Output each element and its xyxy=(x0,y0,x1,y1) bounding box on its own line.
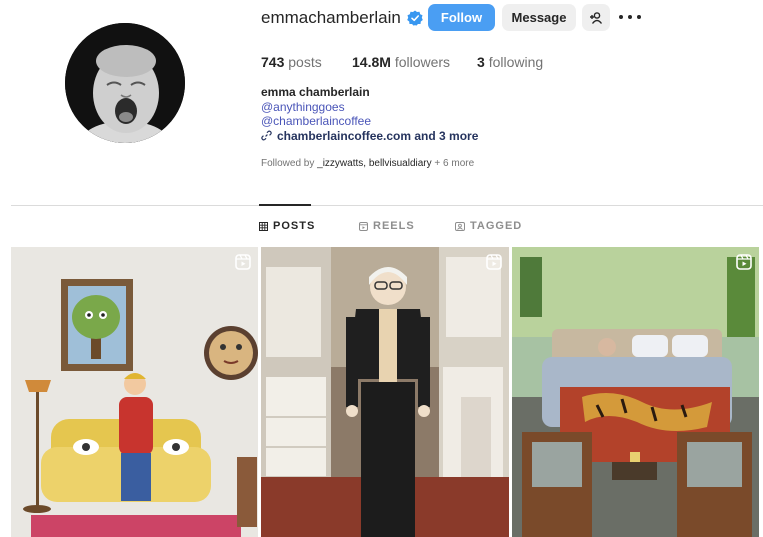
followed-by-prefix: Followed by xyxy=(261,158,315,169)
reels-icon xyxy=(359,221,368,231)
reel-indicator-icon xyxy=(235,254,251,270)
more-options-button[interactable] xyxy=(619,10,641,24)
followed-by-more: + 6 more xyxy=(434,158,475,169)
tabs-divider xyxy=(11,205,763,206)
posts-label: posts xyxy=(288,54,322,70)
tab-reels-label: REELS xyxy=(373,220,415,232)
post-thumbnail[interactable] xyxy=(261,247,509,537)
post-bedroom-image xyxy=(512,247,759,537)
following-count: 3 xyxy=(477,54,485,70)
following-stat[interactable]: 3 following xyxy=(477,54,543,70)
post-illustration-image xyxy=(11,247,258,537)
post-closet-image xyxy=(261,247,509,537)
profile-username: emmachamberlain xyxy=(261,8,423,28)
dot-icon xyxy=(637,15,641,19)
followers-label: followers xyxy=(394,54,451,70)
message-button[interactable]: Message xyxy=(502,4,576,31)
avatar-photo xyxy=(65,23,185,143)
dot-icon xyxy=(619,15,623,19)
posts-count: 743 xyxy=(261,54,285,70)
external-link[interactable]: chamberlaincoffee.com and 3 more xyxy=(261,129,478,144)
followers-stat[interactable]: 14.8M followers xyxy=(352,54,450,70)
dot-icon xyxy=(628,15,632,19)
tab-reels[interactable]: REELS xyxy=(359,220,415,232)
followed-by-names: _izzywatts, bellvisualdiary xyxy=(317,158,432,169)
followed-by[interactable]: Followed by _izzywatts, bellvisualdiary … xyxy=(261,158,474,169)
posts-stat: 743 posts xyxy=(261,54,322,70)
profile-avatar[interactable] xyxy=(65,23,185,143)
suggest-users-button[interactable] xyxy=(582,4,610,31)
tagged-icon xyxy=(455,221,465,231)
tab-posts-label: POSTS xyxy=(273,220,316,232)
verified-badge-icon xyxy=(407,10,423,26)
reel-indicator-icon xyxy=(486,254,502,270)
external-link-text: chamberlaincoffee.com and 3 more xyxy=(277,128,479,143)
bio-name: emma chamberlain xyxy=(261,85,370,99)
active-tab-indicator xyxy=(259,204,311,206)
followers-count: 14.8M xyxy=(352,54,391,70)
reel-indicator-icon xyxy=(736,254,752,270)
add-person-icon xyxy=(590,11,603,24)
tab-tagged[interactable]: TAGGED xyxy=(455,220,522,232)
post-thumbnail[interactable] xyxy=(512,247,759,537)
profile-bio: emma chamberlain @anythinggoes @chamberl… xyxy=(261,85,478,143)
username-text: emmachamberlain xyxy=(261,8,401,27)
bio-mention-chamberlaincoffee[interactable]: @chamberlaincoffee xyxy=(261,114,478,129)
link-icon xyxy=(261,130,272,141)
tab-posts[interactable]: POSTS xyxy=(259,220,315,232)
following-label: following xyxy=(488,54,544,70)
tab-tagged-label: TAGGED xyxy=(470,220,523,232)
follow-button[interactable]: Follow xyxy=(428,4,495,31)
grid-icon xyxy=(259,221,268,231)
bio-mention-anythinggoes[interactable]: @anythinggoes xyxy=(261,100,478,115)
post-thumbnail[interactable] xyxy=(11,247,258,537)
